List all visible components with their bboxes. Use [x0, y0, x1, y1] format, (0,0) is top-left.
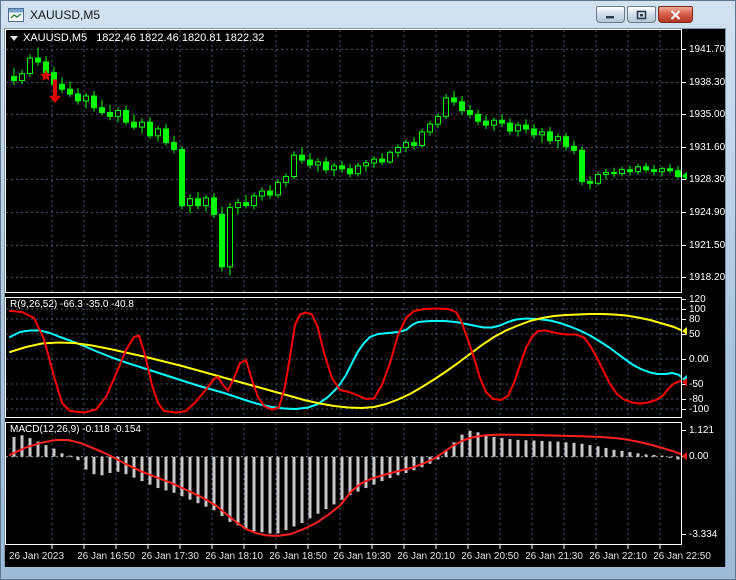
window-controls: [596, 6, 693, 23]
time-axis-label: 26 Jan 18:50: [269, 551, 327, 562]
minimize-icon: [606, 16, 614, 19]
axis-tick-label: 0.00: [689, 354, 709, 365]
series-end-marker: [682, 452, 687, 460]
candlestick-canvas[interactable]: [6, 30, 681, 292]
time-axis-label: 26 Jan 22:50: [653, 551, 711, 562]
main-price-panel: XAUUSD,M5 1822,46 1822.46 1820.81 1822.3…: [5, 29, 725, 293]
series-end-marker: [682, 172, 687, 180]
axis-tick-label: 0.00: [689, 451, 709, 462]
time-axis-label: 26 Jan 16:50: [77, 551, 135, 562]
axis-tick-label: 1931.60: [689, 142, 726, 153]
macd-label: MACD(12,26,9) -0.118 -0.154: [10, 424, 141, 435]
axis-tick-mark: [682, 49, 686, 50]
time-axis-label: 26 Jan 19:30: [333, 551, 391, 562]
axis-tick-label: 1941.70: [689, 44, 726, 55]
window-title: XAUUSD,M5: [30, 7, 101, 22]
time-axis-label: 26 Jan 20:50: [461, 551, 519, 562]
time-axis-label: 26 Jan 20:10: [397, 551, 455, 562]
axis-tick-mark: [682, 82, 686, 83]
chart-window-icon: [8, 7, 24, 22]
axis-tick-mark: [682, 309, 686, 310]
axis-tick-mark: [682, 430, 686, 431]
time-axis-label: 26 Jan 18:10: [205, 551, 263, 562]
window-titlebar[interactable]: XAUUSD,M5: [1, 1, 735, 28]
axis-tick-label: 1921.50: [689, 240, 726, 251]
axis-tick-mark: [682, 399, 686, 400]
axis-tick-mark: [682, 245, 686, 246]
time-axis[interactable]: 26 Jan 2023 26 Jan 16:50 26 Jan 17:30 26 Ja…: [5, 545, 725, 567]
time-axis-label: 26 Jan 17:30: [141, 551, 199, 562]
axis-tick-label: -3.334: [689, 529, 718, 540]
axis-tick-mark: [682, 147, 686, 148]
axis-tick-mark: [682, 277, 686, 278]
restore-button[interactable]: [627, 6, 656, 23]
axis-tick-mark: [682, 359, 686, 360]
macd-panel: MACD(12,26,9) -0.118 -0.154 1.121 0.00 -3.…: [5, 422, 725, 545]
axis-tick-label: -50: [689, 379, 704, 390]
axis-tick-label: 1928.30: [689, 174, 726, 185]
macd-axis[interactable]: 1.121 0.00 -3.334: [682, 422, 725, 545]
macd-plot[interactable]: MACD(12,26,9) -0.118 -0.154: [5, 422, 682, 545]
series-end-marker: [682, 378, 687, 386]
axis-tick-label: 1938.30: [689, 77, 726, 88]
close-button[interactable]: [658, 6, 693, 23]
oscillator-panel: R(9,26,52) -66.3 -35.0 -40.8 120 100 80 50 0…: [5, 294, 725, 418]
macd-canvas[interactable]: [6, 423, 681, 544]
time-axis-label: 26 Jan 22:10: [589, 551, 647, 562]
axis-tick-label: 1924.90: [689, 207, 726, 218]
symbol-dropdown-icon[interactable]: [10, 35, 18, 41]
axis-tick-label: 1.121: [689, 425, 715, 436]
main-chart-plot[interactable]: XAUUSD,M5 1822,46 1822.46 1820.81 1822.3…: [5, 29, 682, 293]
main-price-axis[interactable]: 1941.70 1938.30 1935.00 1931.60 1928.30 1924.…: [682, 29, 725, 293]
mt4-chart-window: XAUUSD,M5 XAUUSD,M5 1822,46 1822.46 1820…: [0, 0, 736, 580]
chart-client-area: XAUUSD,M5 1822,46 1822.46 1820.81 1822.3…: [4, 28, 726, 567]
close-icon: [670, 9, 681, 20]
time-tick-marks: [51, 545, 661, 549]
oscillator-axis[interactable]: 120 100 80 50 0.00 -50 -80 -100: [682, 294, 725, 418]
oscillator-plot[interactable]: R(9,26,52) -66.3 -35.0 -40.8: [5, 297, 682, 418]
restore-icon: [636, 10, 647, 19]
oscillator-canvas[interactable]: [6, 298, 681, 417]
axis-tick-mark: [682, 212, 686, 213]
axis-tick-mark: [682, 299, 686, 300]
series-end-marker: [682, 327, 687, 335]
axis-tick-label: 1918.20: [689, 272, 726, 283]
oscillator-label: R(9,26,52) -66.3 -35.0 -40.8: [10, 299, 134, 310]
axis-tick-mark: [682, 409, 686, 410]
axis-tick-label: 80: [689, 314, 701, 325]
axis-tick-label: 50: [689, 329, 701, 340]
time-axis-label: 26 Jan 21:30: [525, 551, 583, 562]
minimize-button[interactable]: [596, 6, 625, 23]
axis-tick-label: 1935.00: [689, 109, 726, 120]
time-axis-label: 26 Jan 2023: [9, 551, 65, 562]
symbol-label: XAUUSD,M5: [23, 32, 88, 44]
axis-tick-mark: [682, 114, 686, 115]
chart-header: XAUUSD,M5 1822,46 1822.46 1820.81 1822.3…: [10, 32, 264, 44]
axis-tick-label: -100: [689, 404, 710, 415]
axis-tick-mark: [682, 534, 686, 535]
ohlc-values: 1822,46 1822.46 1820.81 1822.32: [96, 32, 265, 44]
axis-tick-mark: [682, 319, 686, 320]
